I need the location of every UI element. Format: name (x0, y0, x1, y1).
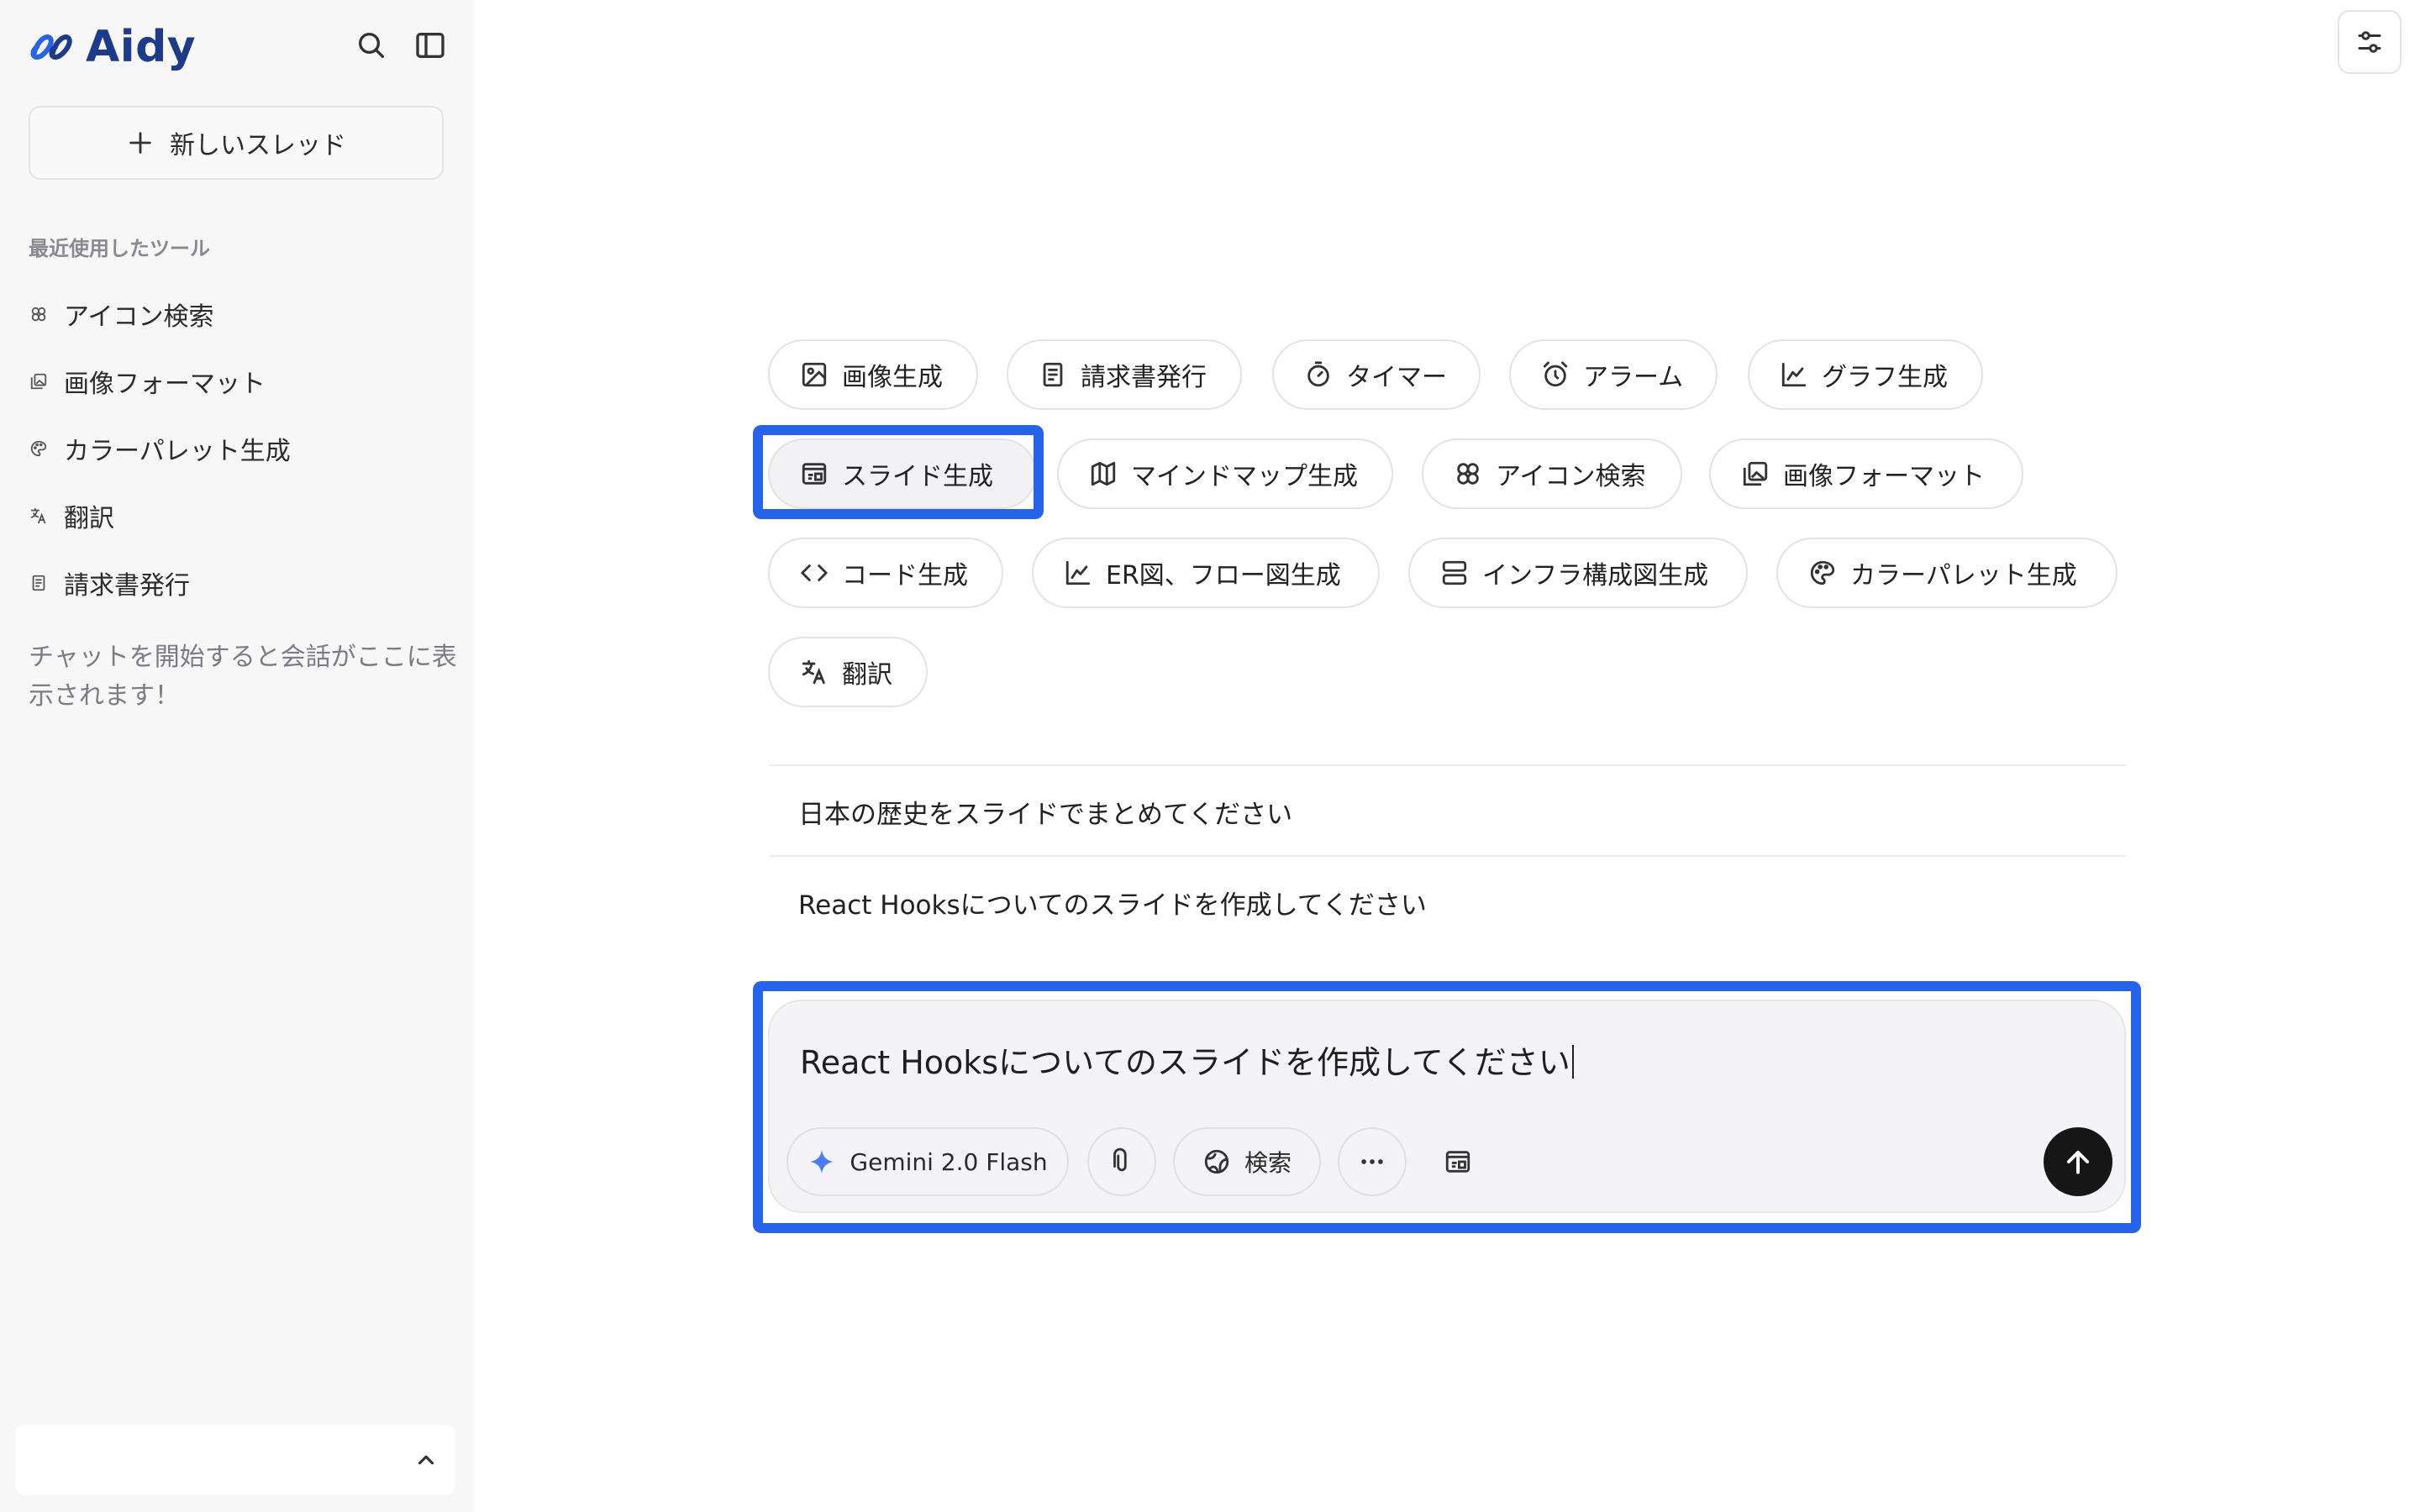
flower-icon (29, 304, 49, 324)
document-icon (1043, 362, 1063, 387)
recent-tools-heading: 最近使用したツール (29, 237, 210, 260)
tool-chip-color-palette[interactable]: カラーパレット生成 (1776, 538, 2118, 608)
tool-chip-label: マインドマップ生成 (1131, 462, 1358, 491)
text-caret (1571, 1045, 1574, 1079)
sliders-icon (2358, 31, 2381, 53)
tool-chip-label: 翻訳 (842, 660, 892, 690)
tool-chip-label: タイマー (1346, 363, 1447, 392)
recent-item-label: 請求書発行 (64, 571, 190, 601)
tool-chip-label: カラーパレット生成 (1850, 561, 2077, 591)
recent-item-image-format[interactable]: 画像フォーマット (29, 348, 449, 415)
map-icon (1091, 461, 1116, 486)
timer-icon (1307, 361, 1329, 387)
message-input-value: React Hooksについてのスライドを作成してください (800, 1044, 1570, 1081)
globe-icon (1204, 1149, 1229, 1174)
tool-chip-label: アイコン検索 (1496, 462, 1646, 491)
divider (770, 764, 2126, 766)
palette-icon (1810, 560, 1835, 585)
model-label: Gemini 2.0 Flash (850, 1147, 1048, 1176)
new-thread-button[interactable]: 新しいスレッド (29, 106, 444, 180)
suggestion-item[interactable]: React Hooksについてのスライドを作成してください (798, 884, 1427, 921)
tool-chip-timer[interactable]: タイマー (1272, 339, 1481, 410)
tool-chip-infra[interactable]: インフラ構成図生成 (1408, 538, 1748, 608)
sidebar: Aidy 新しいスレッド 最近使用したツール アイコン検索 画像フォーマット カ (0, 0, 474, 1512)
document-icon (29, 573, 49, 593)
sidebar-panel-icon (416, 33, 445, 58)
tool-chip-label: 請求書発行 (1081, 363, 1207, 392)
recent-tools-list: アイコン検索 画像フォーマット カラーパレット生成 翻訳 請求書発行 (29, 281, 449, 617)
tool-chip-label: 画像生成 (842, 363, 943, 392)
tool-chip-label: インフラ構成図生成 (1482, 561, 1709, 591)
tool-chip-label: ER図、フロー図生成 (1106, 561, 1341, 591)
brand-name: Aidy (86, 22, 197, 72)
image-icon (802, 362, 827, 387)
tool-chip-invoice[interactable]: 請求書発行 (1007, 339, 1242, 410)
alarm-icon (1543, 361, 1568, 387)
new-thread-label: 新しいスレッド (170, 131, 346, 160)
slides-icon (1445, 1151, 1470, 1173)
sparkle-icon (810, 1149, 834, 1174)
tool-chip-graph[interactable]: グラフ生成 (1748, 339, 1983, 410)
tool-chip-image-generation[interactable]: 画像生成 (768, 339, 978, 410)
send-button[interactable] (2044, 1127, 2112, 1196)
suggestion-item[interactable]: 日本の歴史をスライドでまとめてください (798, 793, 1292, 831)
chart-icon (1065, 560, 1091, 585)
recent-item-invoice[interactable]: 請求書発行 (29, 549, 449, 617)
recent-item-color-palette[interactable]: カラーパレット生成 (29, 415, 449, 482)
images-icon (29, 371, 49, 391)
tool-chip-label: 画像フォーマット (1783, 462, 1985, 491)
message-input[interactable]: React Hooksについてのスライドを作成してください (800, 1037, 1574, 1083)
search-toggle-label: 検索 (1244, 1149, 1292, 1177)
arrow-up-icon (2066, 1150, 2090, 1174)
recent-item-label: 翻訳 (64, 504, 114, 533)
recent-item-label: 画像フォーマット (64, 370, 266, 399)
tool-chip-alarm[interactable]: アラーム (1509, 339, 1718, 410)
tool-chip-mindmap[interactable]: マインドマップ生成 (1057, 438, 1393, 509)
toggle-sidebar-button[interactable] (410, 25, 450, 66)
code-icon (801, 564, 828, 581)
tool-chip-translate[interactable]: 翻訳 (768, 637, 928, 707)
divider (770, 855, 2126, 857)
images-icon (1743, 461, 1768, 486)
settings-button[interactable] (2338, 10, 2402, 74)
paperclip-icon (1113, 1147, 1127, 1172)
more-horizontal-icon (1361, 1159, 1383, 1164)
chevron-up-icon (418, 1455, 434, 1465)
active-tool-slides[interactable] (1423, 1127, 1492, 1196)
brand[interactable]: Aidy (29, 22, 196, 72)
search-button[interactable] (351, 25, 392, 66)
slides-icon (802, 463, 827, 485)
tool-chip-image-format[interactable]: 画像フォーマット (1709, 438, 2023, 509)
tool-chip-label: グラフ生成 (1822, 363, 1948, 392)
translate-icon (29, 506, 49, 526)
plus-icon (129, 132, 151, 154)
tool-chip-label: スライド生成 (842, 462, 993, 491)
tool-chip-code[interactable]: コード生成 (768, 538, 1003, 608)
recent-item-label: カラーパレット生成 (64, 437, 291, 466)
sidebar-footer-toggle[interactable] (15, 1425, 455, 1495)
aidy-logo-icon (30, 34, 72, 60)
chart-icon (1781, 362, 1807, 387)
empty-history-hint: チャットを開始すると会話がここに表示されます！ (29, 643, 457, 711)
palette-icon (29, 438, 49, 459)
translate-icon (802, 659, 825, 685)
model-selector[interactable]: Gemini 2.0 Flash (786, 1127, 1069, 1196)
search-icon (359, 33, 384, 59)
recent-item-icon-search[interactable]: アイコン検索 (29, 281, 449, 348)
recent-item-label: アイコン検索 (64, 302, 214, 332)
tool-chip-er-flow[interactable]: ER図、フロー図生成 (1032, 538, 1380, 608)
composer: React Hooksについてのスライドを作成してください Gemini 2.0… (768, 1000, 2126, 1213)
tool-chip-label: アラーム (1583, 363, 1684, 392)
attach-button[interactable] (1087, 1127, 1156, 1196)
search-toggle-button[interactable]: 検索 (1173, 1127, 1321, 1196)
server-icon (1442, 560, 1467, 585)
recent-item-translate[interactable]: 翻訳 (29, 482, 449, 549)
app-window: Aidy 新しいスレッド 最近使用したツール アイコン検索 画像フォーマット カ (0, 0, 2420, 1512)
more-options-button[interactable] (1338, 1127, 1407, 1196)
tool-chip-icon-search[interactable]: アイコン検索 (1422, 438, 1682, 509)
flower-icon (1457, 463, 1479, 485)
tool-chip-slide-generation[interactable]: スライド生成 (768, 438, 1037, 509)
tool-chip-label: コード生成 (842, 561, 968, 591)
